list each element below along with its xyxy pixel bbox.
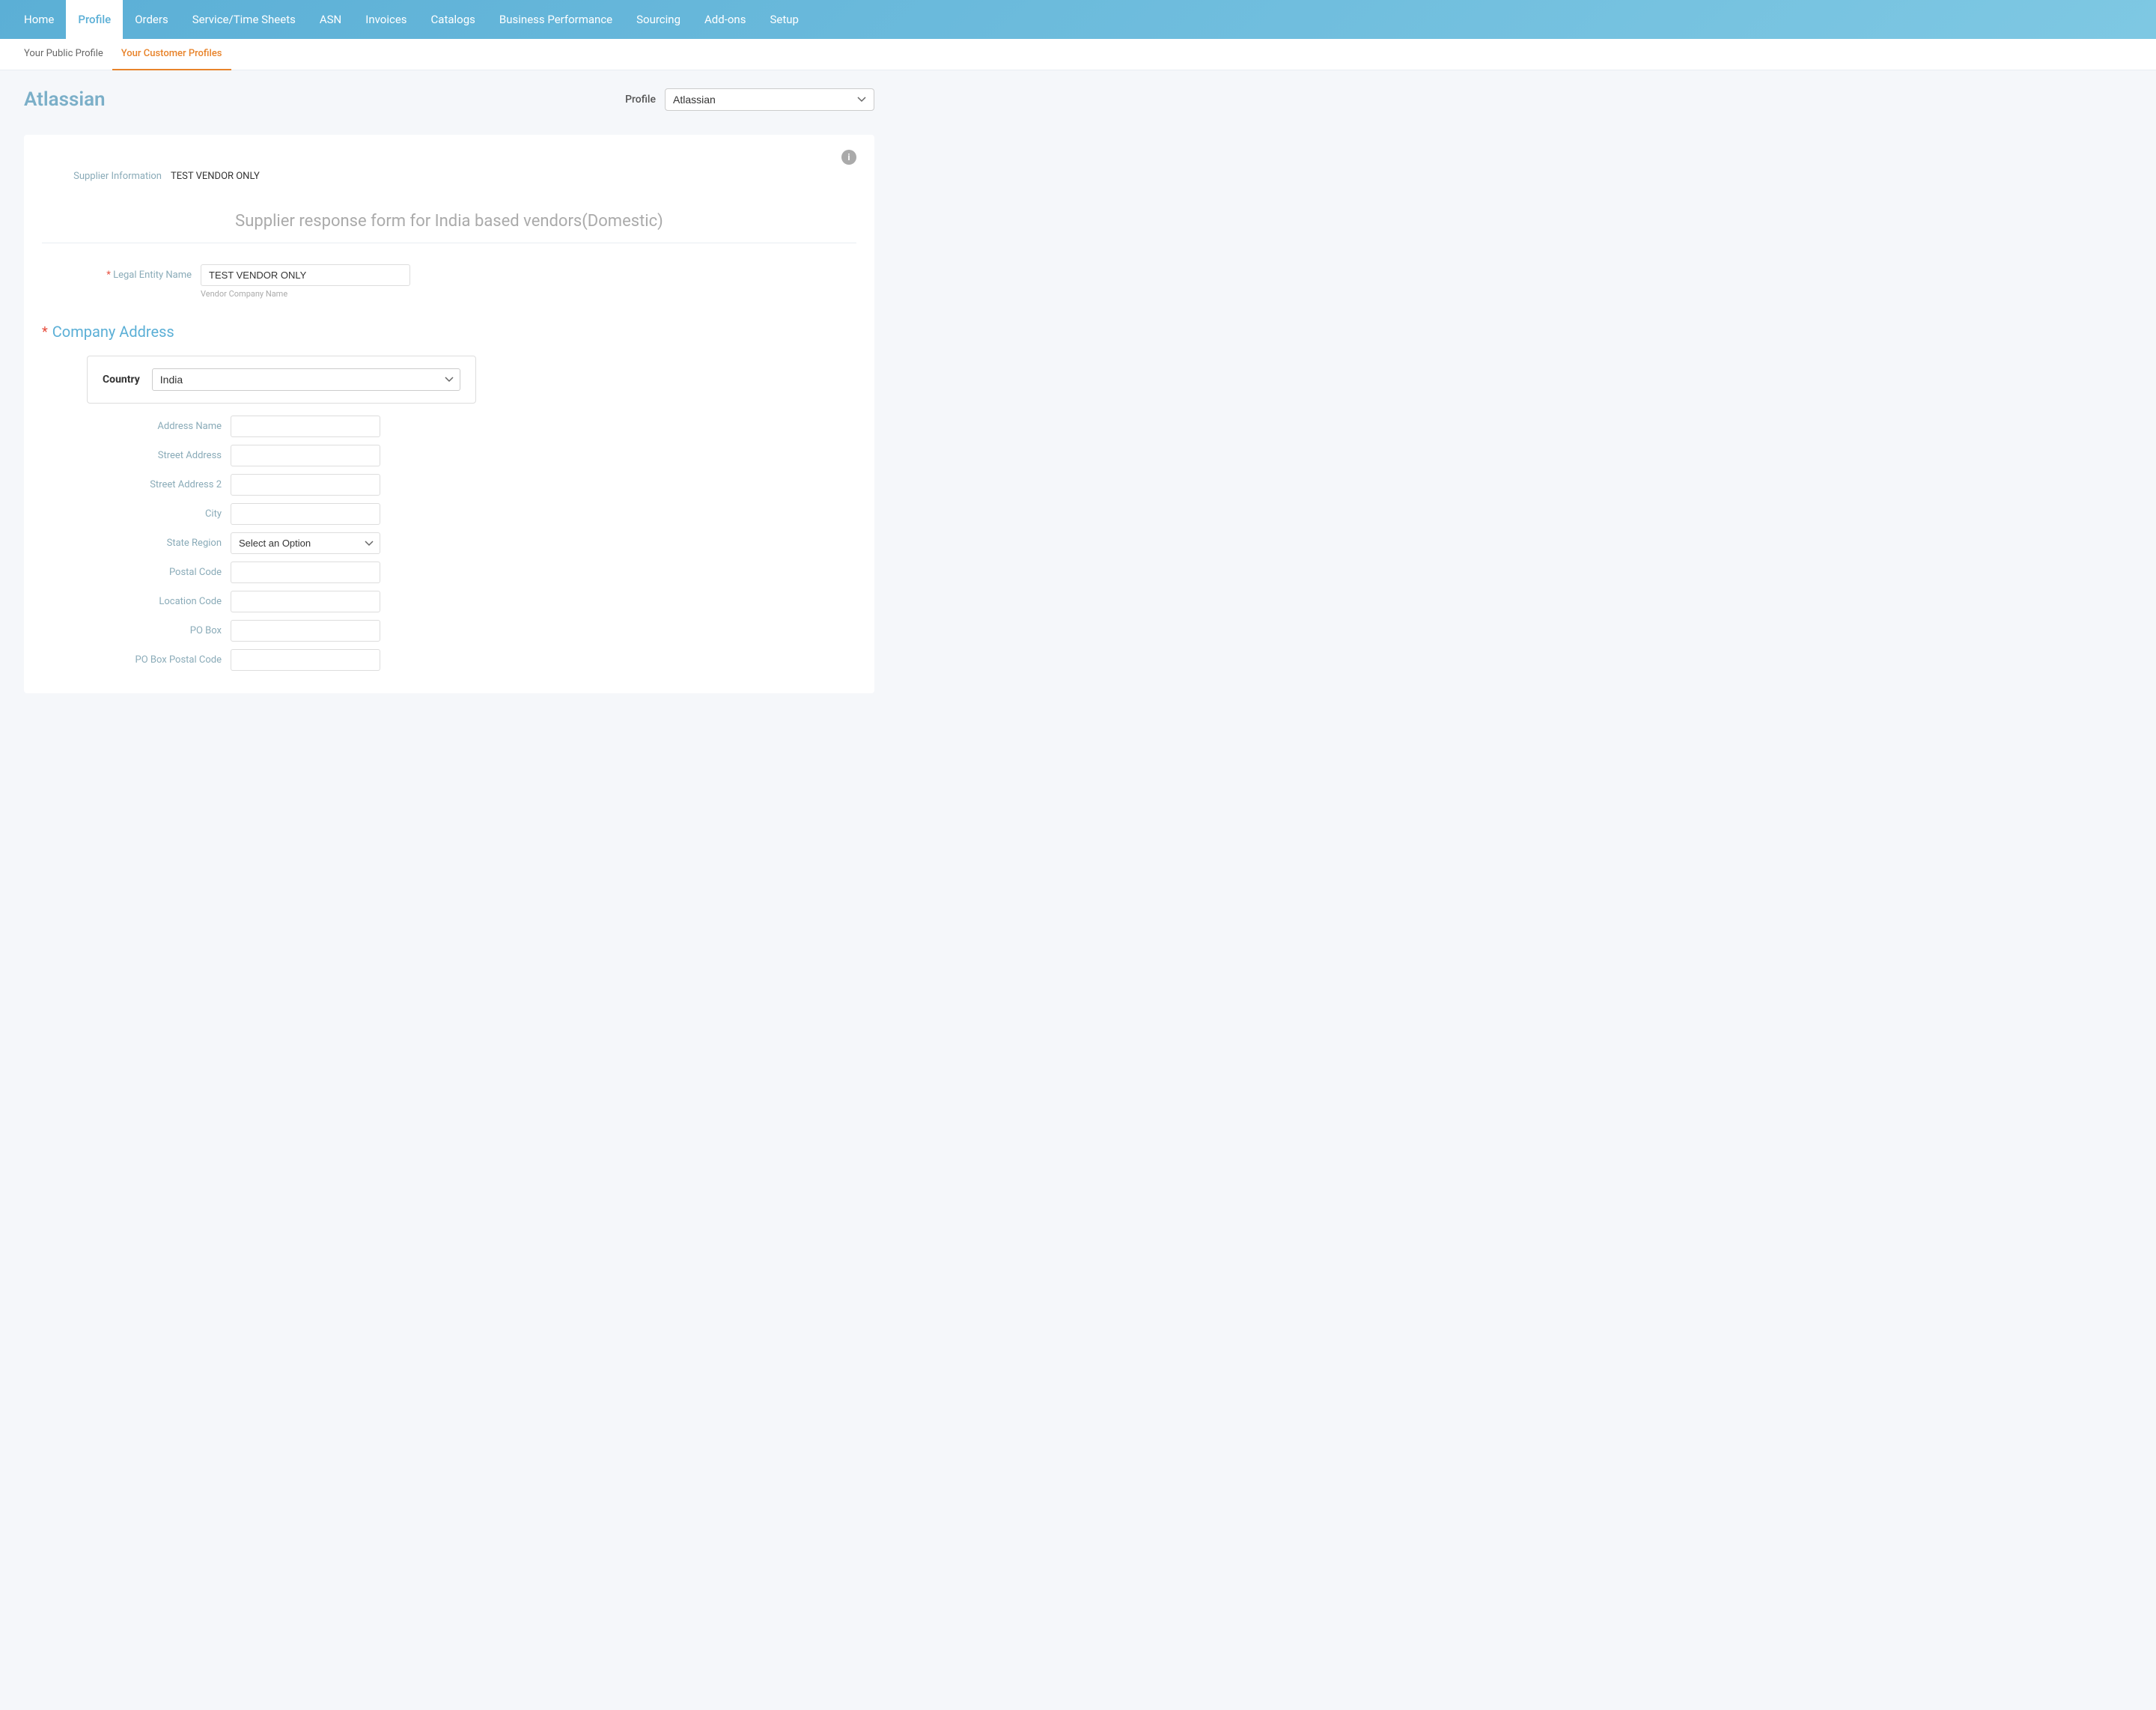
po-box-postal-code-label: PO Box Postal Code bbox=[87, 654, 222, 666]
po-box-label: PO Box bbox=[87, 625, 222, 636]
street-address-label: Street Address bbox=[87, 450, 222, 461]
address-name-label: Address Name bbox=[87, 421, 222, 432]
city-label: City bbox=[87, 508, 222, 520]
street-address-row: Street Address bbox=[87, 445, 856, 466]
city-input-wrapper bbox=[231, 503, 380, 525]
street-address2-input-wrapper bbox=[231, 474, 380, 496]
nav-home[interactable]: Home bbox=[12, 0, 66, 39]
subnav-customer-profiles[interactable]: Your Customer Profiles bbox=[112, 39, 231, 70]
company-address-label: Company Address bbox=[52, 323, 174, 341]
company-address-title: * Company Address bbox=[42, 323, 856, 341]
postal-code-row: Postal Code bbox=[87, 562, 856, 583]
sub-navigation: Your Public Profile Your Customer Profil… bbox=[0, 39, 2156, 70]
po-box-postal-code-input-wrapper bbox=[231, 649, 380, 671]
top-navigation: Home Profile Orders Service/Time Sheets … bbox=[0, 0, 2156, 39]
address-name-input[interactable] bbox=[231, 416, 380, 437]
form-section: i Supplier Information TEST VENDOR ONLY … bbox=[24, 135, 874, 693]
legal-entity-input-wrapper: Vendor Company Name bbox=[201, 264, 410, 299]
location-code-input-wrapper bbox=[231, 591, 380, 612]
nav-sourcing[interactable]: Sourcing bbox=[624, 0, 692, 39]
nav-business-performance[interactable]: Business Performance bbox=[487, 0, 624, 39]
profile-dropdown[interactable]: Atlassian bbox=[665, 88, 874, 111]
location-code-label: Location Code bbox=[87, 596, 222, 607]
nav-asn[interactable]: ASN bbox=[308, 0, 353, 39]
nav-service-time-sheets[interactable]: Service/Time Sheets bbox=[180, 0, 308, 39]
profile-selector: Profile Atlassian bbox=[625, 88, 874, 111]
state-region-row: State Region Select an Option bbox=[87, 532, 856, 554]
legal-entity-name-input[interactable] bbox=[201, 264, 410, 286]
po-box-postal-code-row: PO Box Postal Code bbox=[87, 649, 856, 671]
address-name-row: Address Name bbox=[87, 416, 856, 437]
street-address-input[interactable] bbox=[231, 445, 380, 466]
profile-selector-label: Profile bbox=[625, 94, 656, 106]
company-title: Atlassian bbox=[24, 88, 106, 111]
nav-orders[interactable]: Orders bbox=[123, 0, 180, 39]
address-fields: Address Name Street Address Street Addre… bbox=[87, 416, 856, 671]
nav-invoices[interactable]: Invoices bbox=[353, 0, 418, 39]
nav-catalogs[interactable]: Catalogs bbox=[419, 0, 487, 39]
city-row: City bbox=[87, 503, 856, 525]
location-code-row: Location Code bbox=[87, 591, 856, 612]
supplier-info-row: Supplier Information TEST VENDOR ONLY bbox=[42, 171, 856, 182]
legal-entity-label: Legal Entity Name bbox=[42, 264, 192, 281]
postal-code-label: Postal Code bbox=[87, 567, 222, 578]
postal-code-input[interactable] bbox=[231, 562, 380, 583]
postal-code-input-wrapper bbox=[231, 562, 380, 583]
country-dropdown[interactable]: India bbox=[152, 368, 460, 391]
country-label: Country bbox=[103, 374, 140, 386]
address-name-input-wrapper bbox=[231, 416, 380, 437]
subnav-public-profile[interactable]: Your Public Profile bbox=[15, 39, 112, 70]
nav-addons[interactable]: Add-ons bbox=[692, 0, 758, 39]
required-star: * bbox=[42, 324, 48, 340]
location-code-input[interactable] bbox=[231, 591, 380, 612]
state-region-dropdown[interactable]: Select an Option bbox=[231, 532, 380, 554]
po-box-input[interactable] bbox=[231, 620, 380, 642]
city-input[interactable] bbox=[231, 503, 380, 525]
supplier-info-value: TEST VENDOR ONLY bbox=[171, 171, 260, 182]
po-box-row: PO Box bbox=[87, 620, 856, 642]
po-box-input-wrapper bbox=[231, 620, 380, 642]
po-box-postal-code-input[interactable] bbox=[231, 649, 380, 671]
company-address-section: * Company Address Country India Address … bbox=[42, 323, 856, 671]
street-address2-label: Street Address 2 bbox=[87, 479, 222, 490]
nav-profile[interactable]: Profile bbox=[66, 0, 123, 39]
profile-header: Atlassian Profile Atlassian bbox=[24, 88, 874, 111]
street-address2-input[interactable] bbox=[231, 474, 380, 496]
supplier-info-label: Supplier Information bbox=[42, 171, 162, 182]
street-address2-row: Street Address 2 bbox=[87, 474, 856, 496]
form-title: Supplier response form for India based v… bbox=[42, 194, 856, 243]
street-address-input-wrapper bbox=[231, 445, 380, 466]
country-box: Country India bbox=[87, 356, 476, 404]
nav-setup[interactable]: Setup bbox=[758, 0, 810, 39]
legal-entity-row: Legal Entity Name Vendor Company Name bbox=[42, 264, 856, 299]
state-region-label: State Region bbox=[87, 538, 222, 549]
legal-entity-hint: Vendor Company Name bbox=[201, 289, 410, 299]
state-region-input-wrapper: Select an Option bbox=[231, 532, 380, 554]
info-icon[interactable]: i bbox=[841, 150, 856, 165]
